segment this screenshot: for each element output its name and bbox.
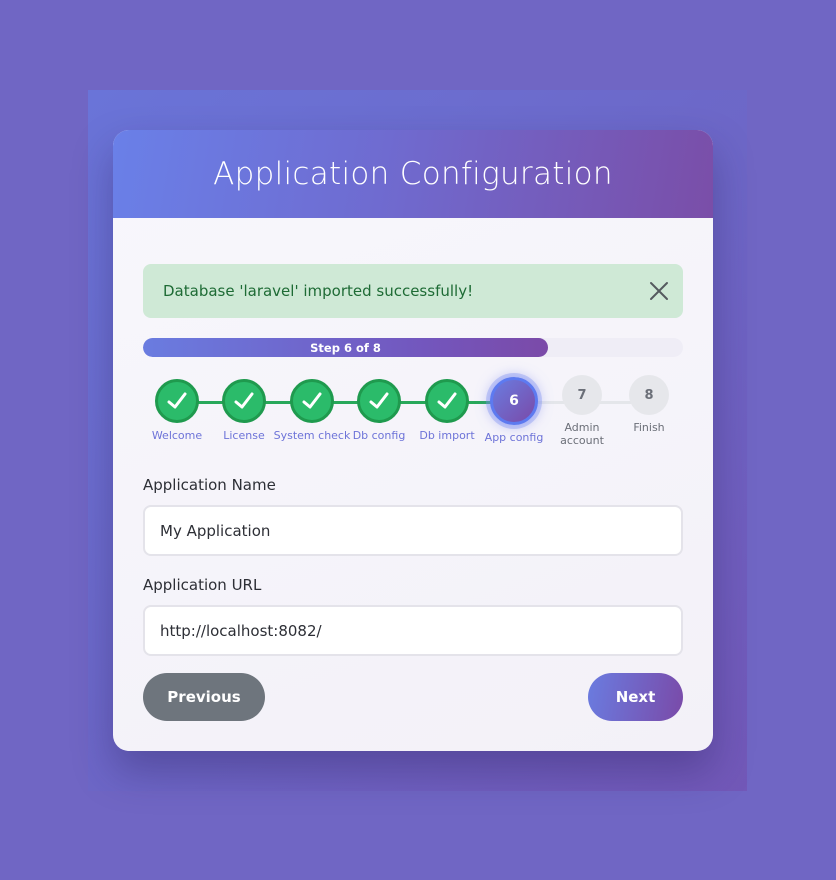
check-icon (357, 379, 401, 423)
next-button[interactable]: Next (588, 673, 683, 721)
step-number: 8 (629, 375, 669, 415)
check-icon (155, 379, 199, 423)
check-icon (290, 379, 334, 423)
check-icon (425, 379, 469, 423)
alert-message: Database 'laravel' imported successfully… (163, 282, 474, 300)
step-number: 6 (490, 377, 538, 425)
step-label: Finish (633, 421, 665, 434)
app-url-label: Application URL (143, 576, 262, 594)
app-url-input[interactable] (143, 605, 683, 656)
wizard-stepper: Welcome License System check Db config Db im… (113, 375, 713, 465)
check-icon (222, 379, 266, 423)
success-alert: Database 'laravel' imported successfully… (143, 264, 683, 318)
progress-fill: Step 6 of 8 (143, 338, 548, 357)
close-icon[interactable] (649, 281, 669, 301)
previous-button[interactable]: Previous (143, 673, 265, 721)
step-8: 8 Finish (609, 375, 689, 434)
step-number: 7 (562, 375, 602, 415)
progress-bar: Step 6 of 8 (143, 338, 683, 357)
step-label: Admin account (560, 421, 604, 447)
install-wizard-card: Application Configuration Database 'lara… (113, 130, 713, 751)
page-title: Application Configuration (213, 156, 613, 192)
card-header: Application Configuration (113, 130, 713, 218)
progress-label: Step 6 of 8 (310, 340, 381, 355)
app-name-input[interactable] (143, 505, 683, 556)
app-name-label: Application Name (143, 476, 276, 494)
